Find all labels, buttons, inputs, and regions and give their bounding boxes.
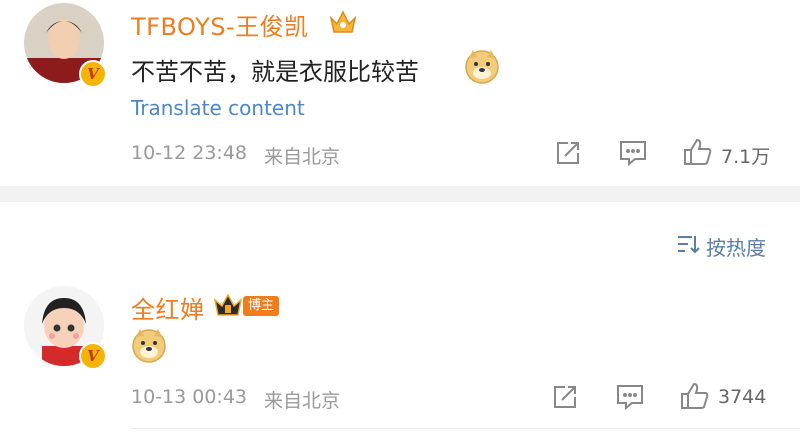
comment-icon[interactable] xyxy=(619,140,647,166)
location: 来自北京 xyxy=(264,390,341,412)
doge-emoji xyxy=(131,327,167,363)
verified-badge-icon: V xyxy=(79,60,107,88)
section-divider xyxy=(0,186,800,202)
timestamp: 10-13 00:43 xyxy=(131,386,248,408)
row-divider xyxy=(131,428,800,429)
username[interactable]: TFBOYS-王俊凯 xyxy=(131,7,309,42)
comment-icon[interactable] xyxy=(616,384,644,410)
sort-by-popularity[interactable]: 按热度 xyxy=(706,232,766,261)
timestamp: 10-12 23:48 xyxy=(131,142,248,164)
doge-emoji xyxy=(464,48,500,84)
username[interactable]: 全红婵 xyxy=(131,290,205,325)
verified-badge-icon: V xyxy=(79,342,107,370)
share-icon[interactable] xyxy=(552,384,578,410)
crown-icon xyxy=(328,8,358,36)
like-count: 7.1万 xyxy=(721,146,771,168)
translate-link[interactable]: Translate content xyxy=(131,96,305,120)
comment-text: 不苦不苦，就是衣服比较苦 xyxy=(131,58,419,86)
share-icon[interactable] xyxy=(555,140,581,166)
blogger-badge: 博主 xyxy=(243,296,280,316)
location: 来自北京 xyxy=(264,146,341,168)
crown-icon xyxy=(213,292,243,318)
like-icon[interactable] xyxy=(683,138,713,166)
like-count: 3744 xyxy=(718,386,767,408)
sort-icon[interactable] xyxy=(676,233,700,255)
like-icon[interactable] xyxy=(680,382,710,410)
